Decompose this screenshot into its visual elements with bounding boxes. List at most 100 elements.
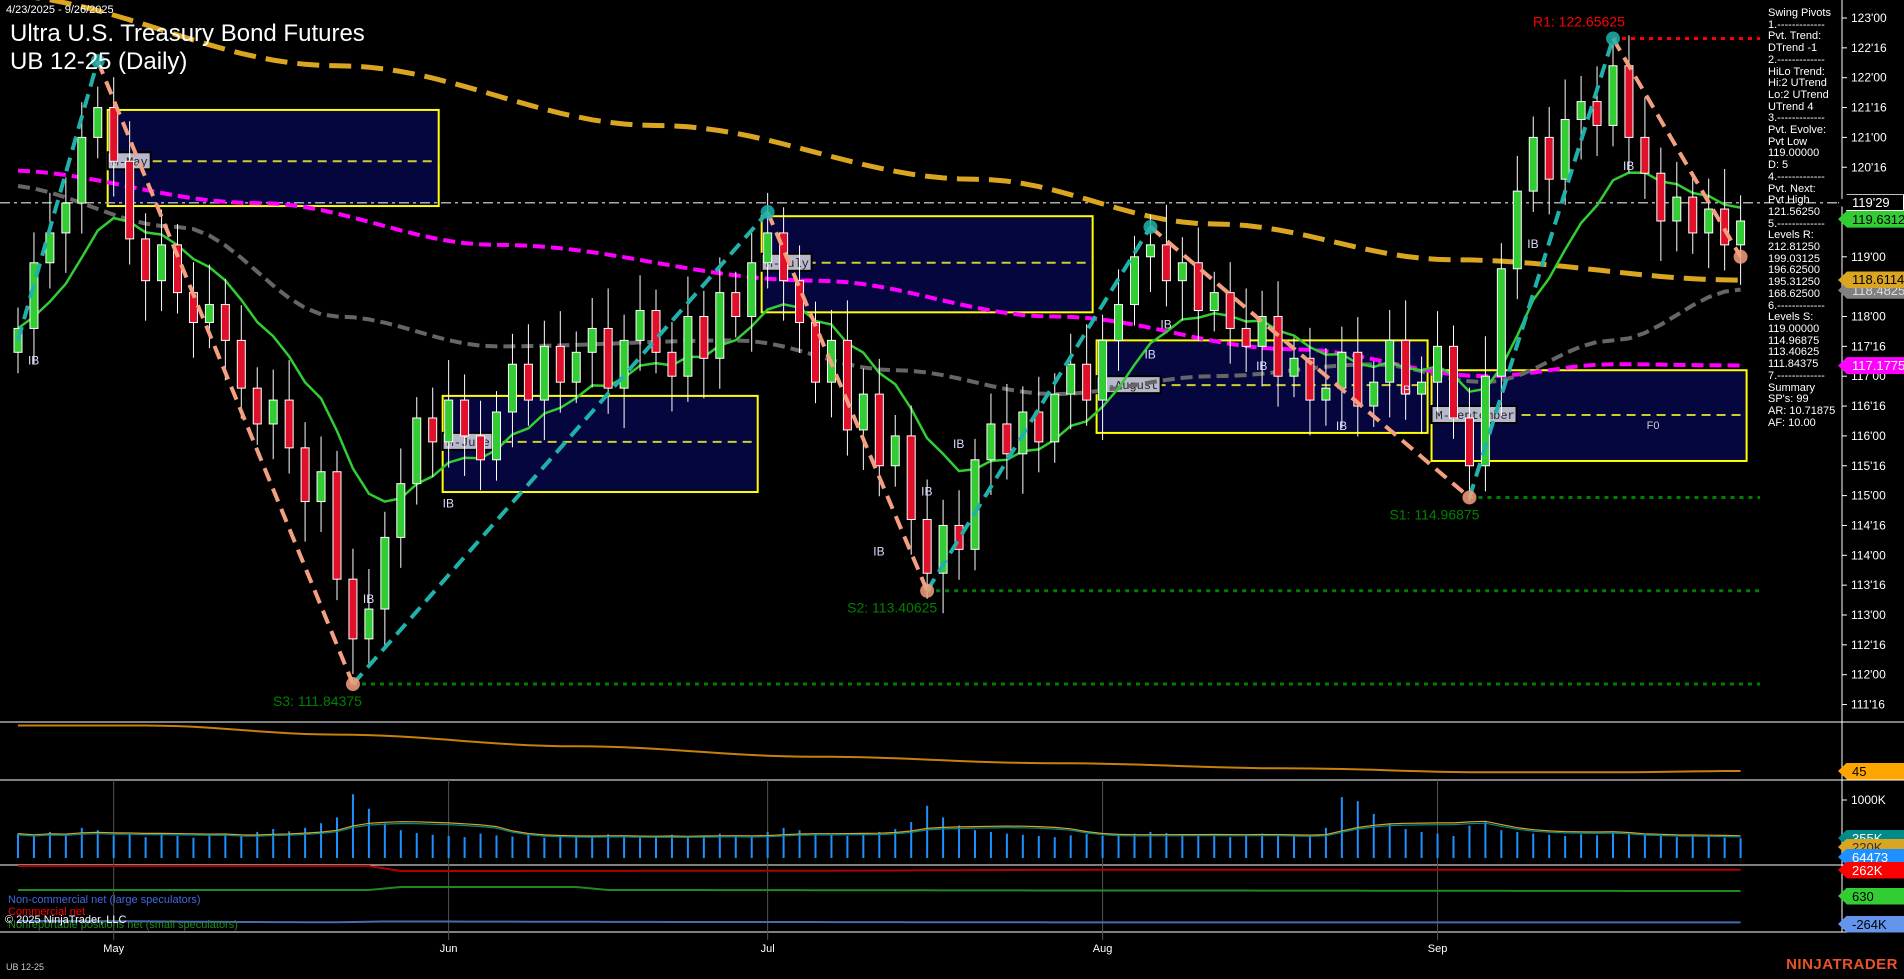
candle-body [1434,346,1442,382]
candle [732,272,740,338]
candle-body [907,436,915,520]
candle-body [1290,358,1298,376]
price-tick-label: 122'00 [1851,71,1887,85]
candle [62,177,70,273]
price-tick-label: 113'00 [1851,608,1886,622]
candle-body [716,293,724,359]
candle-body [1051,394,1059,442]
month-axis-label: Sep [1428,943,1448,955]
axis-value-tag: 118.61141 [1838,271,1904,288]
candle [1641,97,1649,198]
candle-body [429,418,437,442]
candle-body [1609,66,1617,126]
candle-body [636,311,644,341]
candle [1481,336,1489,491]
cot-noncommercial-line [18,921,1741,922]
candle [1737,195,1745,285]
candle-body [508,364,516,412]
candle-body [269,400,277,424]
candle [1705,179,1713,269]
candle [365,569,373,665]
candle-body [732,293,740,317]
candle-body [540,346,548,400]
price-tick-label: 111'16 [1851,698,1885,712]
axis-value-tag: 117.17750 [1838,357,1904,374]
candle [317,436,325,532]
candle-body [1274,317,1282,377]
price-tick-label: 116'16 [1851,399,1886,413]
pivot-level-label: R1: 122.65625 [1533,14,1625,30]
candle-body [1370,382,1378,406]
candle-body [987,424,995,460]
candle [987,394,995,495]
candle-body [1561,119,1569,179]
monthly-box-label: M-September [1436,409,1515,423]
inside-bar-label: IB [1527,237,1538,251]
candle-body [62,203,70,233]
swing-pivot-line: 2.------------- [1768,55,1835,67]
swing-pivot-marker [920,584,934,598]
candle-body [796,281,804,323]
candle-body [1003,424,1011,454]
candle-body [572,352,580,382]
inside-bar-label: IB [1144,347,1155,361]
price-tick-label: 122'16 [1851,41,1887,55]
inside-bar-label: IB [921,485,932,499]
price-tick-label: 118'00 [1851,310,1886,324]
candle-body [461,400,469,436]
candle-body [1529,137,1537,191]
candle-body [1641,137,1649,173]
candle [1513,156,1521,299]
candle-body [1625,66,1633,138]
candle-body [349,579,357,639]
candle-body [1226,293,1234,329]
legend-noncommercial: Non-commercial net (large speculators) [8,894,201,906]
candle [652,290,660,374]
swing-pivot-line: AR: 10.71875 [1768,406,1835,418]
candle-body [1115,305,1123,341]
swing-pivot-line: 212.81250 [1768,242,1835,254]
candle-body [1386,340,1394,382]
candle [1609,45,1617,146]
swing-pivot-marker [346,677,360,691]
swing-pivot-marker [1734,250,1748,264]
candle-body [46,233,54,263]
candle [413,397,421,504]
candle-body [748,263,756,317]
axis-value-tag: 630 [1838,888,1904,905]
candle-body [493,412,501,460]
ninjatrader-logo: NINJATRADER [1786,956,1898,973]
candle [1657,148,1665,261]
swing-pivot-marker [1462,490,1476,504]
copyright: © 2025 NinjaTrader, LLC [5,914,126,926]
price-chart[interactable]: M-MayM-JuneM-JulyM-AugustM-SeptemberF0R1… [0,0,1904,979]
candle-body [285,400,293,448]
candle [1194,228,1202,341]
candle [716,257,724,388]
candle-body [1210,293,1218,311]
candle-body [668,352,676,376]
price-tick-label: 114'16 [1851,518,1886,532]
candle-body [253,388,261,424]
candle-body [1497,269,1505,376]
candle [1593,66,1601,156]
candle [301,422,309,541]
candle-body [923,519,931,573]
swing-pivot-line: 4.------------- [1768,172,1835,184]
candle [843,300,851,455]
box-tag: F0 [1647,420,1660,432]
candle-body [205,305,213,323]
candle [588,298,596,388]
axis-value-tag: 262K [1838,862,1904,879]
candle [349,549,357,674]
month-axis-label: Jul [761,943,775,955]
inside-bar-label: IB [873,544,884,558]
price-tick-label: 121'00 [1851,130,1887,144]
candle [46,193,54,289]
candle-body [333,472,341,579]
inside-bar-label: IB [1256,359,1267,373]
candle-body [317,472,325,502]
swing-pivot-line: Pvt. Evolve: [1768,125,1835,137]
candle [1625,35,1633,172]
candle-body [1513,191,1521,269]
